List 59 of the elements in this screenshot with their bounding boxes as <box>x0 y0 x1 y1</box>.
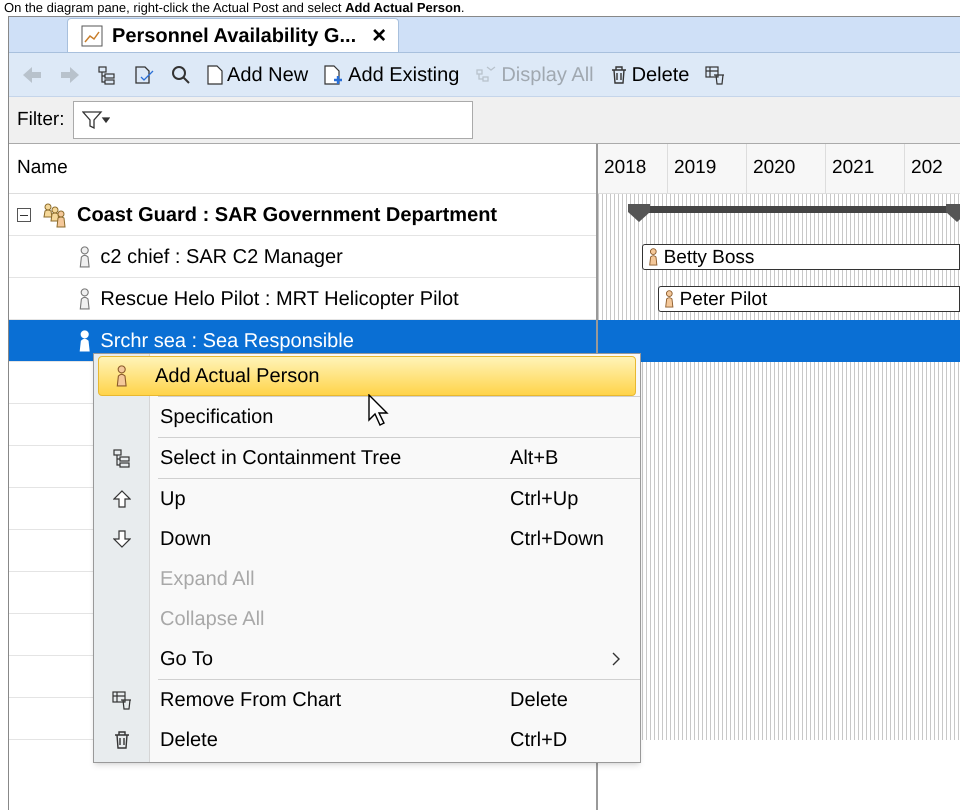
year-header: 2021 <box>826 144 905 193</box>
menu-item[interactable]: Delete Ctrl+D <box>94 720 640 760</box>
toolbar-button[interactable]: Add Existing <box>320 58 464 92</box>
year-header: 2020 <box>747 144 826 193</box>
tab-title: Personnel Availability G... <box>112 24 356 48</box>
year-header: 2018 <box>598 144 668 193</box>
menu-item[interactable]: Add Actual Person <box>98 356 636 396</box>
document-check-icon <box>133 64 155 84</box>
menu-item[interactable]: Select in Containment Tree Alt+B <box>94 438 640 478</box>
person-icon <box>647 248 660 266</box>
tree-row[interactable]: c2 chief : SAR C2 Manager <box>9 236 596 278</box>
back-arrow-icon <box>21 64 43 84</box>
column-header[interactable]: Name <box>9 144 596 194</box>
trash-icon <box>610 64 628 84</box>
year-header: 202 <box>905 144 960 193</box>
menu-item[interactable]: Specification <box>94 397 640 437</box>
tree-row[interactable]: Coast Guard : SAR Government Department <box>9 194 596 236</box>
up-arrow-icon <box>113 490 131 508</box>
document-icon <box>207 64 223 84</box>
document-add-icon <box>324 64 344 84</box>
shortcut-label: Ctrl+Down <box>510 527 605 552</box>
row-label: c2 chief : SAR C2 Manager <box>100 244 343 270</box>
year-header: 2019 <box>668 144 747 193</box>
person-icon <box>77 330 92 352</box>
instruction-text: On the diagram pane, right-click the Actual Post and select Add Actual Person. <box>3 0 466 16</box>
diagram-tab[interactable]: Personnel Availability G... × <box>67 18 400 52</box>
task-label: Betty Boss <box>664 248 754 266</box>
chart-document-icon <box>80 24 104 48</box>
trash-icon <box>113 730 131 750</box>
person-icon <box>77 288 92 310</box>
shortcut-label: Ctrl+D <box>510 728 568 753</box>
menu-item[interactable]: Go To <box>94 639 640 679</box>
table-remove-icon <box>112 690 132 710</box>
shortcut-label: Ctrl+Up <box>510 487 580 512</box>
shortcut-label: Delete <box>510 688 569 713</box>
person-icon <box>663 290 676 308</box>
menu-item[interactable]: Down Ctrl+Down <box>94 519 640 559</box>
row-label: Rescue Helo Pilot : MRT Helicopter Pilot <box>100 286 459 312</box>
row-label: Coast Guard : SAR Government Department <box>77 202 498 228</box>
search-icon <box>171 64 191 84</box>
filter-field[interactable] <box>72 101 472 139</box>
table-remove-icon <box>705 64 726 84</box>
filter-icon <box>82 110 110 130</box>
toolbar-button[interactable]: Delete <box>606 58 694 92</box>
close-button[interactable]: × <box>372 24 386 48</box>
filter-label: Filter: <box>17 108 64 132</box>
toolbar-button[interactable]: Add New <box>203 58 312 92</box>
down-arrow-icon <box>113 530 131 548</box>
tree-icon <box>112 448 132 468</box>
menu-item[interactable]: Up Ctrl+Up <box>94 479 640 519</box>
forward-arrow-icon <box>59 64 81 84</box>
row-label: Srchr sea : Sea Responsible <box>100 328 354 354</box>
menu-item[interactable]: Remove From Chart Delete <box>94 680 640 720</box>
tree-icon <box>97 64 117 84</box>
collapse-toggle[interactable] <box>17 208 31 222</box>
task-label: Peter Pilot <box>680 290 768 308</box>
tree-display-icon <box>475 64 498 84</box>
person-icon <box>77 246 92 268</box>
shortcut-label: Alt+B <box>510 446 560 471</box>
